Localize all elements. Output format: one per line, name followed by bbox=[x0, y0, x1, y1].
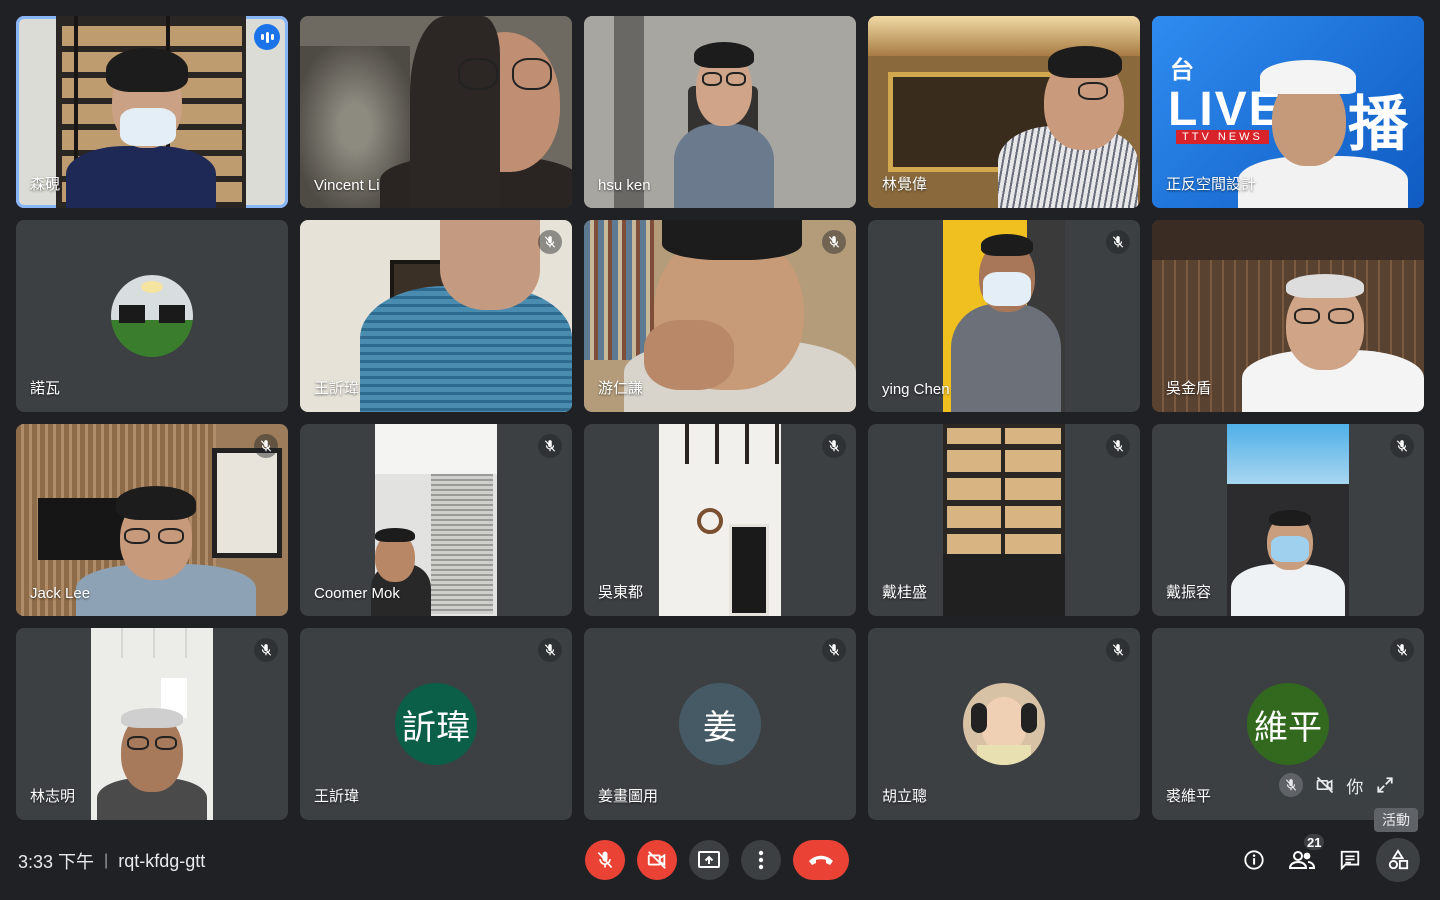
participant-tile[interactable]: 吳金盾 bbox=[1152, 220, 1424, 412]
muted-mic-icon bbox=[1106, 230, 1130, 254]
bottom-toolbar: 3:33 下午 | rqt-kfdg-gtt bbox=[0, 820, 1440, 900]
participant-tile[interactable]: 戴桂盛 bbox=[868, 424, 1140, 616]
leave-call-button[interactable] bbox=[793, 840, 849, 880]
chat-icon bbox=[1340, 850, 1360, 871]
participant-tile[interactable]: Vincent Li bbox=[300, 16, 572, 208]
overlay-logo-text: 台 bbox=[1170, 57, 1194, 84]
participant-tile[interactable]: 森硯 bbox=[16, 16, 288, 208]
camera-off-icon bbox=[647, 851, 666, 869]
avatar bbox=[111, 275, 193, 357]
participant-name: 吳東都 bbox=[598, 584, 644, 601]
chat-button[interactable] bbox=[1330, 840, 1370, 880]
avatar: 姜 bbox=[679, 683, 761, 765]
camera-off-icon[interactable] bbox=[1313, 773, 1337, 797]
camera-toggle-button[interactable] bbox=[637, 840, 677, 880]
participant-grid: 森硯 Vincent Li hsu ken 林覺偉 台 LIVE TTV NEW… bbox=[16, 16, 1424, 820]
participant-name: 諾瓦 bbox=[30, 380, 61, 397]
participant-name: Vincent Li bbox=[314, 177, 380, 194]
meeting-time: 3:33 下午 bbox=[18, 852, 95, 872]
expand-icon[interactable] bbox=[1373, 773, 1397, 797]
participant-tile[interactable]: 戴振容 bbox=[1152, 424, 1424, 616]
muted-mic-icon bbox=[822, 434, 846, 458]
video-feed bbox=[91, 628, 213, 820]
participant-tile[interactable]: 姜 姜畫圖用 bbox=[584, 628, 856, 820]
participant-name: 王訢瑋 bbox=[314, 788, 360, 805]
speaking-indicator-icon bbox=[254, 24, 280, 50]
muted-mic-icon bbox=[1390, 638, 1414, 662]
present-screen-button[interactable] bbox=[689, 840, 729, 880]
meeting-details-button[interactable] bbox=[1234, 840, 1274, 880]
participant-tile[interactable]: 胡立聰 bbox=[868, 628, 1140, 820]
separator: | bbox=[104, 852, 109, 869]
present-screen-icon bbox=[698, 851, 720, 868]
participant-count-badge: 21 bbox=[1302, 832, 1327, 852]
video-feed bbox=[659, 424, 781, 616]
muted-mic-icon bbox=[538, 434, 562, 458]
muted-mic-icon bbox=[822, 230, 846, 254]
participant-name: Coomer Mok bbox=[314, 585, 400, 602]
meeting-info: 3:33 下午 | rqt-kfdg-gtt bbox=[18, 848, 205, 874]
video-feed bbox=[943, 424, 1065, 616]
participant-tile[interactable]: 游仁謙 bbox=[584, 220, 856, 412]
participant-tile[interactable]: 吳東都 bbox=[584, 424, 856, 616]
participant-name: 林志明 bbox=[30, 788, 76, 805]
muted-mic-icon bbox=[254, 434, 278, 458]
participant-tile[interactable]: 諾瓦 bbox=[16, 220, 288, 412]
participant-name: 林覺偉 bbox=[882, 176, 928, 193]
participant-tile[interactable]: Jack Lee bbox=[16, 424, 288, 616]
more-options-button[interactable] bbox=[741, 840, 781, 880]
participant-name: Jack Lee bbox=[30, 585, 91, 602]
meeting-code: rqt-kfdg-gtt bbox=[118, 850, 206, 871]
participant-name: 森硯 bbox=[30, 176, 61, 193]
video-feed bbox=[1227, 424, 1349, 616]
participant-name: 戴桂盛 bbox=[882, 584, 928, 601]
participant-tile[interactable]: 林志明 bbox=[16, 628, 288, 820]
participant-name: 王訢瑋 bbox=[314, 380, 360, 397]
avatar: 訢瑋 bbox=[395, 683, 477, 765]
participant-tile[interactable]: hsu ken bbox=[584, 16, 856, 208]
participant-tile[interactable]: 訢瑋 王訢瑋 bbox=[300, 628, 572, 820]
participant-name: 裘維平 bbox=[1166, 788, 1212, 805]
overlay-news-text: TTV NEWS bbox=[1176, 130, 1269, 144]
muted-mic-icon bbox=[538, 230, 562, 254]
self-view-pill[interactable]: 你 bbox=[1268, 768, 1408, 802]
info-icon bbox=[1244, 850, 1264, 870]
participant-name: 胡立聰 bbox=[882, 788, 928, 805]
video-feed bbox=[943, 220, 1065, 412]
activities-button[interactable] bbox=[1376, 838, 1420, 882]
participant-tile[interactable]: Coomer Mok bbox=[300, 424, 572, 616]
participant-name: 姜畫圖用 bbox=[598, 788, 659, 805]
participant-name: 正反空間設計 bbox=[1166, 176, 1257, 193]
mic-off-icon bbox=[597, 851, 613, 869]
mic-toggle-button[interactable] bbox=[585, 840, 625, 880]
participant-tile[interactable]: 台 LIVE TTV NEWS 播 正反空間設計 bbox=[1152, 16, 1424, 208]
self-label: 你 bbox=[1346, 777, 1364, 797]
muted-mic-icon bbox=[822, 638, 846, 662]
participant-tile[interactable]: 王訢瑋 bbox=[300, 220, 572, 412]
participant-name: 戴振容 bbox=[1166, 584, 1212, 601]
people-icon bbox=[1289, 851, 1315, 869]
more-vert-icon bbox=[758, 850, 764, 870]
avatar: 維平 bbox=[1247, 683, 1329, 765]
participant-name: ying Chen bbox=[882, 381, 950, 398]
muted-mic-icon bbox=[538, 638, 562, 662]
avatar bbox=[963, 683, 1045, 765]
muted-mic-icon bbox=[1106, 434, 1130, 458]
muted-mic-icon bbox=[1390, 434, 1414, 458]
participant-name: 游仁謙 bbox=[598, 380, 644, 397]
participant-tile[interactable]: ying Chen bbox=[868, 220, 1140, 412]
participant-tile[interactable]: 林覺偉 bbox=[868, 16, 1140, 208]
participant-name: hsu ken bbox=[598, 177, 651, 194]
participant-name: 吳金盾 bbox=[1166, 380, 1212, 397]
hang-up-icon bbox=[809, 855, 833, 865]
muted-mic-icon bbox=[1106, 638, 1130, 662]
muted-mic-icon bbox=[254, 638, 278, 662]
activities-icon bbox=[1388, 849, 1409, 870]
mic-off-icon[interactable] bbox=[1278, 773, 1303, 797]
overlay-broadcast-text: 播 bbox=[1348, 91, 1408, 158]
